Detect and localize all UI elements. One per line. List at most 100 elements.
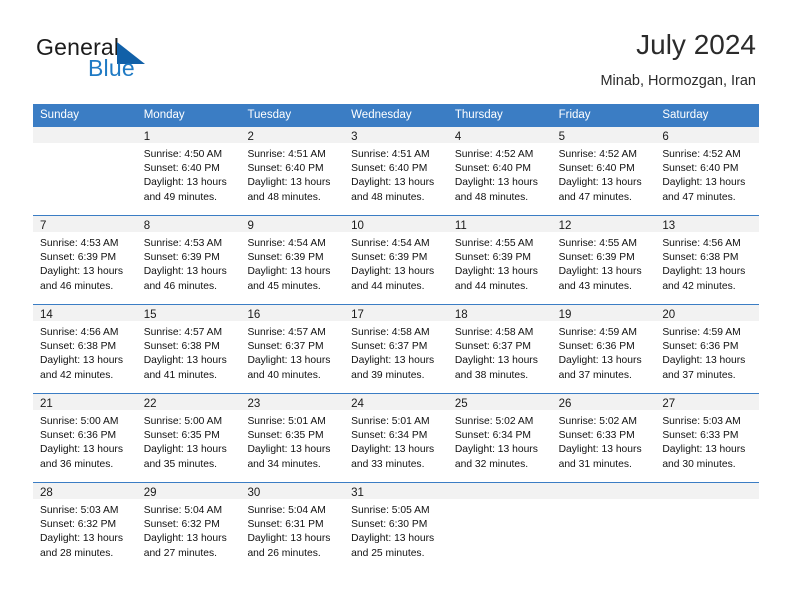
day-detail-line: Daylight: 13 hours <box>143 533 227 545</box>
calendar-day-cell[interactable]: 22 Sunrise: 5:00 AM Sunset: 6:35 PM Dayligh… <box>136 394 241 482</box>
day-number: 12 <box>558 220 572 232</box>
day-detail-line: Sunrise: 4:55 AM <box>454 238 534 249</box>
calendar-day-cell[interactable]: 14 Sunrise: 4:56 AM Sunset: 6:38 PM Dayligh… <box>33 305 137 393</box>
day-number-band: 24 <box>344 394 448 410</box>
day-detail-text <box>655 499 759 504</box>
day-detail-line: Sunset: 6:32 PM <box>40 519 117 531</box>
day-detail-line: and 43 minutes. <box>558 280 632 292</box>
calendar-day-cell[interactable]: 29 Sunrise: 5:04 AM Sunset: 6:32 PM Dayligh… <box>136 483 241 574</box>
weekday-header-saturday: Saturday <box>662 109 709 121</box>
day-detail-line: Sunset: 6:39 PM <box>40 252 117 264</box>
calendar-day-cell[interactable]: 31 Sunrise: 5:05 AM Sunset: 6:30 PM Dayligh… <box>344 483 448 574</box>
day-detail-line: Daylight: 13 hours <box>662 444 746 456</box>
day-detail-line: and 48 minutes. <box>351 191 425 203</box>
day-detail-text: Sunrise: 5:01 AM Sunset: 6:34 PM Daylight:… <box>344 410 448 472</box>
day-detail-line: Sunrise: 4:54 AM <box>351 238 430 249</box>
day-detail-line: Sunset: 6:35 PM <box>247 430 324 442</box>
day-number-band: 30 <box>240 483 345 499</box>
day-detail-line: and 47 minutes. <box>662 191 736 203</box>
weekday-header-thursday: Thursday <box>454 109 503 121</box>
day-detail-line: and 26 minutes. <box>247 547 321 559</box>
day-detail-line: Daylight: 13 hours <box>454 177 538 189</box>
day-detail-text <box>33 143 137 148</box>
calendar-day-cell[interactable]: 9 Sunrise: 4:54 AM Sunset: 6:39 PM Daylight… <box>240 216 345 304</box>
day-detail-line: and 28 minutes. <box>40 547 114 559</box>
day-detail-text: Sunrise: 4:54 AM Sunset: 6:39 PM Daylight:… <box>344 232 448 294</box>
day-detail-line: Sunrise: 4:51 AM <box>247 149 326 160</box>
calendar-day-cell[interactable]: 15 Sunrise: 4:57 AM Sunset: 6:38 PM Dayligh… <box>136 305 241 393</box>
day-detail-line: Sunset: 6:39 PM <box>247 252 324 264</box>
general-blue-logo[interactable]: General Blue <box>36 34 216 86</box>
day-detail-line: and 37 minutes. <box>662 369 736 381</box>
day-detail-line: Daylight: 13 hours <box>247 266 331 278</box>
day-number-band: 6 <box>655 127 760 143</box>
day-detail-line: Sunrise: 5:00 AM <box>143 416 223 427</box>
calendar-day-cell[interactable]: 23 Sunrise: 5:01 AM Sunset: 6:35 PM Dayligh… <box>240 394 345 482</box>
calendar-day-cell[interactable]: 26 Sunrise: 5:02 AM Sunset: 6:33 PM Dayligh… <box>551 394 656 482</box>
calendar-day-cell[interactable]: 5 Sunrise: 4:52 AM Sunset: 6:40 PM Daylight… <box>551 127 656 215</box>
calendar-day-cell[interactable]: 13 Sunrise: 4:56 AM Sunset: 6:38 PM Dayligh… <box>655 216 760 304</box>
day-detail-line: Daylight: 13 hours <box>558 355 642 367</box>
day-detail-text: Sunrise: 4:51 AM Sunset: 6:40 PM Daylight:… <box>240 143 344 205</box>
day-detail-line: Sunrise: 5:03 AM <box>40 505 119 516</box>
weekday-header-wednesday: Wednesday <box>351 109 412 121</box>
calendar-page: General Blue July 2024 Minab, Hormozgan,… <box>0 0 792 612</box>
day-detail-line: Sunset: 6:31 PM <box>247 519 324 531</box>
day-detail-text: Sunrise: 4:53 AM Sunset: 6:39 PM Daylight:… <box>137 232 241 294</box>
calendar-day-cell[interactable]: 19 Sunrise: 4:59 AM Sunset: 6:36 PM Dayligh… <box>551 305 656 393</box>
calendar-day-cell[interactable]: 11 Sunrise: 4:55 AM Sunset: 6:39 PM Dayligh… <box>447 216 552 304</box>
calendar-day-cell[interactable]: 25 Sunrise: 5:02 AM Sunset: 6:34 PM Dayligh… <box>447 394 552 482</box>
day-detail-line: and 47 minutes. <box>558 191 632 203</box>
day-number-band: 27 <box>655 394 760 410</box>
calendar-day-cell[interactable]: 6 Sunrise: 4:52 AM Sunset: 6:40 PM Daylight… <box>655 127 760 215</box>
day-detail-line: Sunset: 6:39 PM <box>454 252 532 264</box>
day-number-band: 7 <box>33 216 137 232</box>
day-number: 10 <box>351 220 364 232</box>
day-number-band: 11 <box>447 216 552 232</box>
calendar-day-cell[interactable]: 20 Sunrise: 4:59 AM Sunset: 6:36 PM Dayligh… <box>655 305 760 393</box>
day-number-band: 31 <box>344 483 448 499</box>
logo-text-blue: Blue <box>88 55 135 81</box>
calendar-day-cell[interactable]: 3 Sunrise: 4:51 AM Sunset: 6:40 PM Daylight… <box>344 127 448 215</box>
calendar-day-cell[interactable]: 16 Sunrise: 4:57 AM Sunset: 6:37 PM Dayligh… <box>240 305 345 393</box>
day-detail-text: Sunrise: 5:05 AM Sunset: 6:30 PM Daylight:… <box>344 499 448 561</box>
day-detail-text: Sunrise: 4:57 AM Sunset: 6:38 PM Daylight:… <box>137 321 241 383</box>
calendar-day-cell[interactable]: 7 Sunrise: 4:53 AM Sunset: 6:39 PM Daylight… <box>33 216 137 304</box>
day-number: 20 <box>662 309 676 321</box>
day-detail-line: Sunset: 6:39 PM <box>558 252 635 264</box>
calendar-cell-empty <box>447 483 552 574</box>
day-detail-line: Sunrise: 5:02 AM <box>558 416 638 427</box>
day-detail-line: Sunset: 6:37 PM <box>351 341 428 353</box>
calendar-day-cell[interactable]: 27 Sunrise: 5:03 AM Sunset: 6:33 PM Dayligh… <box>655 394 760 482</box>
day-detail-line: Sunset: 6:34 PM <box>454 430 532 442</box>
weekday-header-monday: Monday <box>143 109 185 121</box>
calendar-day-cell[interactable]: 18 Sunrise: 4:58 AM Sunset: 6:37 PM Dayligh… <box>447 305 552 393</box>
calendar-day-cell[interactable]: 21 Sunrise: 5:00 AM Sunset: 6:36 PM Dayligh… <box>33 394 137 482</box>
day-detail-text: Sunrise: 4:56 AM Sunset: 6:38 PM Daylight:… <box>33 321 137 383</box>
day-number: 21 <box>40 398 53 410</box>
day-detail-line: Sunrise: 4:57 AM <box>247 327 326 338</box>
day-detail-text: Sunrise: 4:51 AM Sunset: 6:40 PM Daylight:… <box>344 143 448 205</box>
day-detail-line: Sunrise: 4:58 AM <box>351 327 430 338</box>
calendar-day-cell[interactable]: 12 Sunrise: 4:55 AM Sunset: 6:39 PM Dayligh… <box>551 216 656 304</box>
calendar-day-cell[interactable]: 10 Sunrise: 4:54 AM Sunset: 6:39 PM Dayligh… <box>344 216 448 304</box>
day-number-band: 5 <box>551 127 656 143</box>
day-detail-line: Sunset: 6:35 PM <box>143 430 220 442</box>
calendar-day-cell[interactable]: 8 Sunrise: 4:53 AM Sunset: 6:39 PM Daylight… <box>136 216 241 304</box>
calendar-day-cell[interactable]: 2 Sunrise: 4:51 AM Sunset: 6:40 PM Daylight… <box>240 127 345 215</box>
day-number: 27 <box>662 398 676 410</box>
calendar-day-cell[interactable]: 24 Sunrise: 5:01 AM Sunset: 6:34 PM Dayligh… <box>344 394 448 482</box>
calendar-day-cell[interactable]: 1 Sunrise: 4:50 AM Sunset: 6:40 PM Daylight… <box>136 127 241 215</box>
day-number: 13 <box>662 220 676 232</box>
day-number-band: 14 <box>33 305 137 321</box>
day-detail-line: and 45 minutes. <box>247 280 321 292</box>
calendar-day-cell[interactable]: 28 Sunrise: 5:03 AM Sunset: 6:32 PM Dayligh… <box>33 483 137 574</box>
day-detail-line: Sunrise: 5:00 AM <box>40 416 119 427</box>
day-detail-line: Sunrise: 4:53 AM <box>143 238 223 249</box>
calendar-day-cell[interactable]: 17 Sunrise: 4:58 AM Sunset: 6:37 PM Dayligh… <box>344 305 448 393</box>
calendar-day-cell[interactable]: 4 Sunrise: 4:52 AM Sunset: 6:40 PM Daylight… <box>447 127 552 215</box>
calendar-day-cell[interactable]: 30 Sunrise: 5:04 AM Sunset: 6:31 PM Dayligh… <box>240 483 345 574</box>
day-detail-line: Sunset: 6:40 PM <box>143 163 220 175</box>
day-detail-line: Sunset: 6:37 PM <box>247 341 324 353</box>
day-detail-line: and 30 minutes. <box>662 458 736 470</box>
